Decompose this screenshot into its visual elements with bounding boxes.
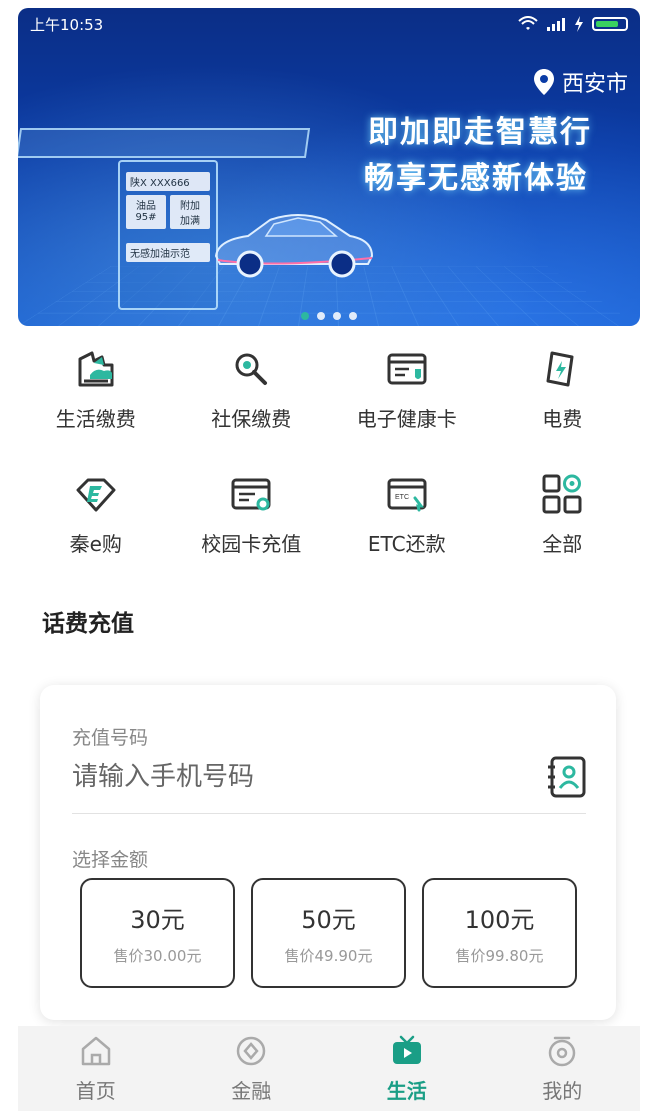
amount-face: 50元	[301, 906, 356, 934]
menu-label: 生活缴费	[55, 407, 136, 431]
nav-life[interactable]: 生活	[329, 1026, 485, 1111]
contacts-button[interactable]	[546, 755, 586, 799]
nav-label: 首页	[75, 1079, 116, 1103]
pump-fuel: 油品 95#	[126, 195, 166, 229]
grid-all-icon	[538, 470, 586, 518]
menu-label: 电子健康卡	[356, 407, 457, 431]
location-pin-icon	[533, 69, 554, 95]
diamond-e-icon	[72, 470, 120, 518]
station-canopy	[18, 128, 311, 158]
number-label: 充值号码	[72, 727, 149, 749]
signal-icon	[547, 18, 565, 31]
menu-item-all[interactable]: 全部	[485, 470, 641, 557]
menu-label: 校园卡充值	[201, 532, 302, 556]
menu-item-life-payment[interactable]: 生活缴费	[18, 345, 174, 432]
amount-price: 售价49.90元	[284, 947, 373, 965]
topup-card: 充值号码 选择金额 30元 售价30.00元 50元 售价49.90元 100元…	[40, 685, 616, 1020]
home-icon	[78, 1033, 114, 1069]
pump-amount: 附加 加满	[170, 195, 210, 229]
banner-dot-1[interactable]	[301, 312, 309, 320]
wifi-icon	[518, 16, 538, 30]
profile-ring-icon	[544, 1033, 580, 1069]
menu-label: 秦e购	[69, 532, 122, 556]
menu-label: ETC还款	[367, 532, 446, 556]
section-title-phone-topup: 话费充值	[42, 611, 134, 637]
finance-ring-icon	[233, 1033, 269, 1069]
nav-label: 我的	[542, 1079, 583, 1103]
pump-info-grid: 油品 95# 附加 加满	[126, 195, 210, 229]
nav-mine[interactable]: 我的	[485, 1026, 641, 1111]
slogan-line-2: 畅享无感新体验	[364, 161, 588, 196]
amount-option-30[interactable]: 30元 售价30.00元	[80, 878, 235, 988]
menu-item-health-card[interactable]: 电子健康卡	[329, 345, 485, 432]
amount-option-100[interactable]: 100元 售价99.80元	[422, 878, 577, 988]
amount-face: 100元	[464, 906, 535, 934]
menu-label: 全部	[542, 532, 583, 556]
nav-home[interactable]: 首页	[18, 1026, 174, 1111]
banner-dot-2[interactable]	[317, 312, 325, 320]
house-bill-icon	[72, 345, 120, 393]
amount-label: 选择金额	[72, 849, 149, 871]
amount-price: 售价99.80元	[455, 947, 544, 965]
search-magnifier-icon	[227, 345, 275, 393]
menu-item-campus-card[interactable]: 校园卡充值	[174, 470, 330, 557]
banner-dot-4[interactable]	[349, 312, 357, 320]
menu-item-electricity[interactable]: 电费	[485, 345, 641, 432]
status-time: 上午10:53	[30, 15, 104, 34]
promo-banner[interactable]: 上午10:53 西安市 即加即走智慧行 畅享无感新体验 陕X XXX666 油品…	[18, 8, 640, 326]
menu-label: 电费	[542, 407, 583, 431]
electric-bolt-card-icon	[538, 345, 586, 393]
phone-number-input[interactable]	[72, 757, 542, 797]
banner-slogan: 即加即走智慧行 畅享无感新体验	[364, 110, 592, 202]
nav-finance[interactable]: 金融	[174, 1026, 330, 1111]
charging-icon	[575, 16, 583, 32]
battery-icon	[592, 17, 628, 31]
amount-option-50[interactable]: 50元 售价49.90元	[251, 878, 406, 988]
banner-pagination	[18, 312, 640, 320]
svg-text:ETC: ETC	[395, 494, 409, 501]
amount-face: 30元	[130, 906, 185, 934]
tv-play-icon	[389, 1033, 425, 1069]
car-illustration	[214, 214, 374, 278]
campus-card-icon	[227, 470, 275, 518]
banner-dot-3[interactable]	[333, 312, 341, 320]
nav-label: 生活	[386, 1079, 427, 1103]
amount-options: 30元 售价30.00元 50元 售价49.90元 100元 售价99.80元	[80, 878, 577, 988]
status-icons	[518, 16, 628, 32]
menu-item-qin-e-shop[interactable]: 秦e购	[18, 470, 174, 557]
etc-card-icon: ETC	[383, 470, 431, 518]
slogan-line-1: 即加即走智慧行	[368, 115, 592, 150]
menu-item-etc-repay[interactable]: ETC ETC还款	[329, 470, 485, 557]
location-city: 西安市	[561, 72, 628, 97]
contacts-book-icon	[548, 756, 586, 798]
amount-price: 售价30.00元	[113, 947, 202, 965]
input-divider	[72, 813, 586, 814]
fuel-pump: 陕X XXX666 油品 95# 附加 加满 无感加油示范	[118, 160, 218, 310]
menu-item-social-insurance[interactable]: 社保缴费	[174, 345, 330, 432]
service-menu: 生活缴费 社保缴费 电子健康卡 电费 秦e购 校园卡充值 ETC ETC还款 全…	[18, 345, 640, 557]
health-card-icon	[383, 345, 431, 393]
location-selector[interactable]: 西安市	[533, 66, 628, 98]
bottom-nav: 首页 金融 生活 我的	[18, 1026, 640, 1111]
pump-footer: 无感加油示范	[126, 243, 210, 262]
menu-label: 社保缴费	[211, 407, 292, 431]
nav-label: 金融	[231, 1079, 272, 1103]
pump-plate: 陕X XXX666	[126, 172, 210, 191]
status-bar: 上午10:53	[18, 8, 640, 40]
